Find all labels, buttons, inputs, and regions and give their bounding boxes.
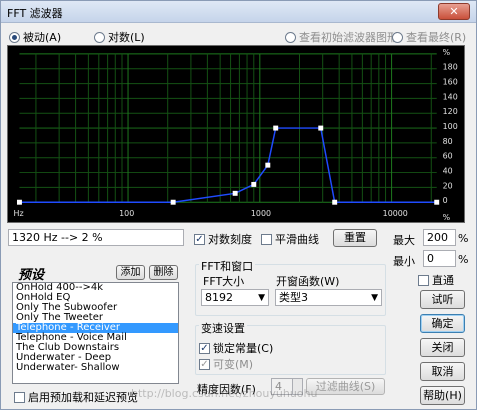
lock-constant-label: 锁定常量(C) [213, 342, 274, 355]
window-function-select[interactable]: 类型3 ▼ [275, 289, 382, 306]
add-preset-button[interactable]: 添加 [116, 265, 145, 280]
fft-group-title: FFT和窗口 [199, 258, 256, 274]
y-tick-label: 160 [443, 78, 458, 87]
log-scale-checkbox[interactable]: ✓ 对数刻度 [194, 231, 252, 247]
preload-checkbox[interactable]: 启用预加载和延迟预览 [14, 389, 138, 405]
filter-curve-button[interactable]: 过滤曲线(S) [306, 378, 385, 395]
y-tick-label: 0 [443, 196, 448, 205]
x-tick-label: 10000 [383, 209, 408, 218]
y-tick-label: 100 [443, 122, 458, 131]
variable-checkbox[interactable]: ✓ 可变(M) [199, 356, 253, 372]
window-function-label: 开窗函数(W) [276, 275, 340, 288]
y-tick-label: 180 [443, 63, 458, 72]
logarithmic-radio[interactable]: 对数(L) [94, 29, 145, 45]
y-tick-label: 60 [443, 152, 453, 161]
bypass-label: 直通 [432, 274, 454, 287]
passive-radio[interactable]: 被动(A) [9, 29, 61, 45]
x-tick-label: 100 [119, 209, 134, 218]
variable-label: 可变(M) [213, 358, 254, 371]
title-bar[interactable]: FFT 滤波器 ✕ [1, 1, 476, 23]
preset-item[interactable]: Underwater- Shallow [13, 363, 178, 373]
y-tick-label: % [443, 48, 451, 57]
logarithmic-label: 对数(L) [108, 31, 145, 44]
radio-selected-icon [9, 31, 20, 43]
close-window-button[interactable]: ✕ [438, 3, 470, 20]
fft-size-value: 8192 [205, 291, 233, 304]
delete-preset-button[interactable]: 删除 [149, 265, 178, 280]
y-tick-label: 40 [443, 167, 453, 176]
fft-size-label: FFT大小 [203, 275, 245, 288]
cancel-button[interactable]: 取消 [420, 362, 465, 381]
view-initial-label: 查看初始滤波器图形 [299, 31, 398, 44]
max-unit: % [458, 232, 469, 245]
checkbox-icon [418, 274, 429, 286]
fft-curve-chart[interactable]: % 180 160 140 120 100 80 60 40 20 0% Hz 100 1000 10000 [7, 45, 465, 223]
curve-control-point [332, 199, 338, 205]
curve-control-point [318, 125, 324, 131]
radio-icon [285, 31, 296, 43]
window-title: FFT 滤波器 [7, 7, 63, 20]
chevron-down-icon: ▼ [258, 293, 265, 303]
view-final-label: 查看最终(R) [406, 31, 467, 44]
min-input[interactable]: 0 [423, 250, 456, 267]
y-tick-label: 20 [443, 181, 453, 190]
ok-button[interactable]: 确定 [420, 314, 465, 333]
presets-list[interactable]: OnHold 400-->4k OnHold EQ Only The Subwoof… [12, 282, 179, 384]
curve-control-point [251, 181, 257, 187]
curve-control-point [170, 199, 176, 205]
y-tick-label: 80 [443, 137, 453, 146]
preview-button[interactable]: 试听 [420, 290, 465, 309]
bypass-checkbox[interactable]: 直通 [418, 272, 454, 288]
chevron-down-icon: ▼ [371, 293, 378, 303]
checkbox-checked-icon: ✓ [199, 342, 210, 354]
view-final-radio[interactable]: 查看最终(R) [392, 29, 466, 45]
fft-size-select[interactable]: 8192 ▼ [201, 289, 269, 306]
max-input[interactable]: 200 [423, 229, 456, 246]
frequency-readout: 1320 Hz --> 2 % [8, 229, 184, 246]
min-label: 最小 [393, 255, 415, 268]
y-tick-label: 120 [443, 107, 458, 116]
close-button[interactable]: 关闭 [420, 338, 465, 357]
curve-control-point [273, 125, 279, 131]
x-tick-label: Hz [14, 209, 24, 218]
y-tick-label: 140 [443, 92, 458, 101]
y-tick-label: % [443, 213, 451, 222]
reset-button[interactable]: 重置 [333, 229, 377, 247]
checkbox-icon [261, 233, 272, 245]
log-scale-label: 对数刻度 [208, 233, 252, 246]
passive-label: 被动(A) [23, 31, 62, 44]
help-button[interactable]: 帮助(H) [420, 386, 465, 405]
fft-filter-window: FFT 滤波器 ✕ 被动(A) 对数(L) 查看初始滤波器图形 查看最终(R) … [0, 0, 477, 410]
curve-control-point [232, 190, 238, 196]
presets-title: 预设 [18, 268, 45, 283]
min-unit: % [458, 253, 469, 266]
radio-icon [94, 31, 105, 43]
checkbox-checked-icon: ✓ [199, 358, 210, 370]
curve-control-point [265, 162, 271, 168]
curve-control-point [16, 199, 22, 205]
smooth-curve-checkbox[interactable]: 平滑曲线 [261, 231, 319, 247]
max-label: 最大 [393, 234, 415, 247]
view-initial-radio[interactable]: 查看初始滤波器图形 [285, 29, 398, 45]
morph-group-title: 变速设置 [199, 320, 247, 336]
x-tick-label: 1000 [251, 209, 271, 218]
lock-constant-checkbox[interactable]: ✓ 锁定常量(C) [199, 340, 273, 356]
radio-icon [392, 31, 403, 43]
curve-control-point [434, 199, 440, 205]
watermark: http://blog.csdn.net/zhouyuhuohu [131, 387, 318, 400]
checkbox-checked-icon: ✓ [194, 233, 205, 245]
preload-label: 启用预加载和延迟预览 [28, 391, 138, 404]
series-line [19, 127, 437, 203]
smooth-curve-label: 平滑曲线 [275, 233, 319, 246]
window-function-value: 类型3 [279, 291, 308, 304]
checkbox-icon [14, 391, 25, 403]
